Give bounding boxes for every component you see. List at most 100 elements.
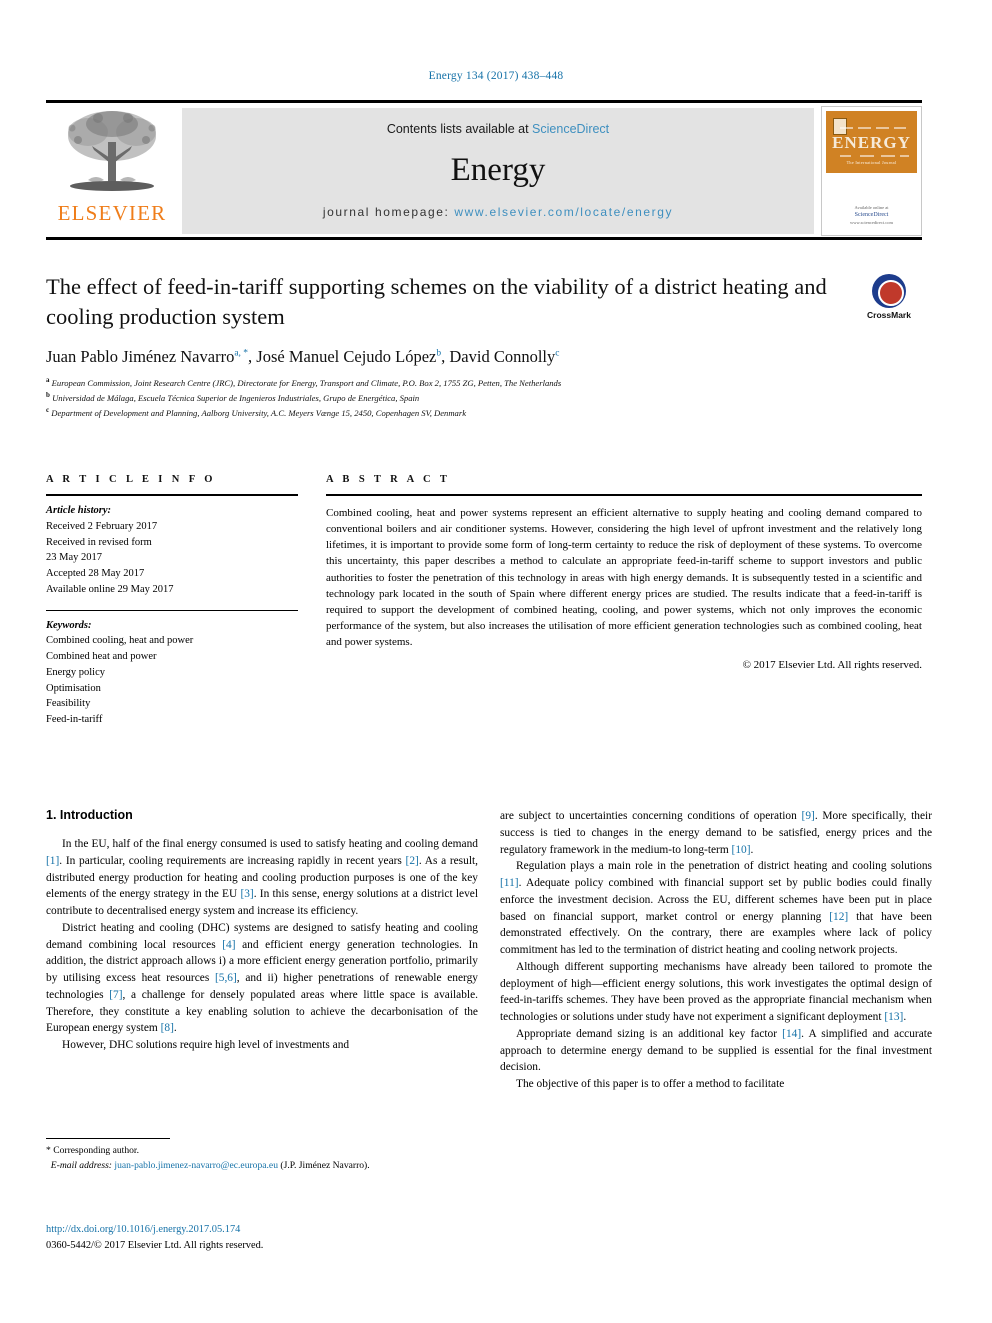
history-line: Accepted 28 May 2017 bbox=[46, 568, 145, 579]
sciencedirect-link[interactable]: ScienceDirect bbox=[532, 122, 609, 136]
affiliation-marker: a bbox=[46, 376, 50, 385]
citation-ref[interactable]: [3] bbox=[240, 888, 253, 900]
citation-ref[interactable]: [9] bbox=[802, 810, 815, 822]
affiliation-marker: c bbox=[46, 406, 50, 415]
author-marker: a, * bbox=[234, 348, 249, 359]
cover-footer-line3: www.sciencedirect.com bbox=[850, 220, 893, 226]
elsevier-tree-icon bbox=[68, 111, 156, 191]
journal-cover-thumbnail[interactable]: ENERGY The International Journal Availab… bbox=[821, 106, 922, 236]
history-line: Available online 29 May 2017 bbox=[46, 583, 174, 595]
title-block: The effect of feed-in-tariff supporting … bbox=[46, 272, 922, 420]
cover-title: ENERGY bbox=[832, 133, 911, 152]
history-line: Received 2 February 2017 bbox=[46, 520, 158, 532]
cover-footer: Available online at ScienceDirect www.sc… bbox=[822, 205, 921, 228]
citation-ref[interactable]: [11] bbox=[500, 877, 519, 889]
paragraph-text: In the EU, half of the final energy cons… bbox=[46, 838, 478, 918]
keywords-rule bbox=[46, 609, 298, 611]
article-info-section: A R T I C L E I N F O Article history: R… bbox=[46, 474, 298, 728]
history-line: 23 May 2017 bbox=[46, 552, 102, 564]
paragraph-text: Although different supporting mechanisms… bbox=[500, 960, 932, 1024]
copyright-line: © 2017 Elsevier Ltd. All rights reserved… bbox=[742, 659, 922, 672]
crossmark-badge[interactable]: CrossMark bbox=[856, 274, 922, 320]
elsevier-wordmark: ELSEVIER bbox=[57, 201, 167, 225]
citation-ref[interactable]: [7] bbox=[109, 989, 122, 1001]
journal-homepage-line: journal homepage: www.elsevier.com/locat… bbox=[182, 205, 814, 219]
keywords-label: Keywords: bbox=[46, 619, 92, 631]
keyword-item: Energy policy bbox=[46, 666, 106, 678]
abstract-rule bbox=[326, 494, 922, 496]
citation-ref[interactable]: [8] bbox=[161, 1022, 174, 1034]
paragraph-text: Appropriate demand sizing is an addition… bbox=[500, 1027, 932, 1074]
crossmark-inner-circle bbox=[878, 280, 904, 306]
citation-ref[interactable]: [10] bbox=[732, 844, 751, 856]
citation-ref[interactable]: [5,6] bbox=[215, 972, 237, 984]
keyword-item: Feasibility bbox=[46, 698, 91, 710]
affiliation-item: a European Commission, Joint Research Ce… bbox=[46, 375, 922, 390]
doi-link[interactable]: http://dx.doi.org/10.1016/j.energy.2017.… bbox=[46, 1222, 478, 1238]
history-line: Received in revised form bbox=[46, 536, 152, 548]
author-name[interactable]: David Connolly bbox=[449, 347, 555, 366]
email-suffix: (J.P. Jiménez Navarro). bbox=[280, 1159, 370, 1171]
page-title: The effect of feed-in-tariff supporting … bbox=[46, 274, 827, 329]
paragraph: The objective of this paper is to offer … bbox=[500, 1076, 932, 1093]
paragraph: In the EU, half of the final energy cons… bbox=[46, 836, 478, 920]
article-info-heading: A R T I C L E I N F O bbox=[46, 474, 216, 485]
keyword-item: Optimisation bbox=[46, 682, 101, 694]
journal-title: Energy bbox=[450, 152, 546, 188]
paragraph-text: are subject to uncertainties concerning … bbox=[500, 810, 932, 856]
email-label: E-mail address: bbox=[50, 1159, 112, 1171]
citation-ref[interactable]: [2] bbox=[406, 855, 419, 867]
citation-ref[interactable]: [13] bbox=[884, 1011, 903, 1023]
crossmark-icon bbox=[872, 274, 906, 308]
journal-masthead: ELSEVIER Contents lists available at Sci… bbox=[46, 100, 922, 240]
citation-ref[interactable]: [4] bbox=[222, 939, 235, 951]
footnote-rule bbox=[46, 1138, 170, 1139]
author-name[interactable]: Juan Pablo Jiménez Navarro bbox=[46, 347, 234, 366]
keyword-item: Combined cooling, heat and power bbox=[46, 635, 194, 647]
abstract-heading: A B S T R A C T bbox=[326, 474, 451, 485]
article-info-rule bbox=[46, 494, 298, 496]
paragraph: However, DHC solutions require high leve… bbox=[46, 1037, 478, 1054]
paragraph: Regulation plays a main role in the pene… bbox=[500, 858, 932, 959]
corresponding-author-note: * Corresponding author. bbox=[46, 1145, 139, 1156]
contents-prefix: Contents lists available at bbox=[386, 122, 533, 136]
crossmark-label: CrossMark bbox=[867, 310, 911, 320]
affiliation-item: b Universidad de Málaga, Escuela Técnica… bbox=[46, 390, 922, 405]
body-column-left: In the EU, half of the final energy cons… bbox=[46, 836, 478, 1054]
cover-footer-line1: Available online at bbox=[854, 204, 889, 210]
masthead-center-panel: Contents lists available at ScienceDirec… bbox=[182, 108, 814, 234]
masthead-top-rule bbox=[46, 100, 922, 103]
affiliation-text: European Commission, Joint Research Cent… bbox=[51, 378, 562, 389]
footnote-block: * Corresponding author. E-mail address: … bbox=[46, 1138, 478, 1173]
keywords-block: Keywords: Combined cooling, heat and pow… bbox=[46, 618, 298, 728]
paragraph: are subject to uncertainties concerning … bbox=[500, 808, 932, 858]
author-name[interactable]: José Manuel Cejudo López bbox=[256, 347, 436, 366]
citation-ref[interactable]: [14] bbox=[782, 1028, 801, 1040]
paragraph-text: However, DHC solutions require high leve… bbox=[62, 1039, 350, 1052]
affiliation-marker: b bbox=[46, 391, 50, 400]
contents-available-line: Contents lists available at ScienceDirec… bbox=[182, 122, 814, 136]
abstract-text: Combined cooling, heat and power systems… bbox=[326, 507, 922, 649]
doi-block: http://dx.doi.org/10.1016/j.energy.2017.… bbox=[46, 1222, 478, 1253]
article-history: Article history: Received 2 February 201… bbox=[46, 503, 298, 598]
affiliation-text: Universidad de Málaga, Escuela Técnica S… bbox=[52, 393, 420, 404]
footnote-text: * Corresponding author. E-mail address: … bbox=[46, 1144, 478, 1173]
citation-ref[interactable]: [1] bbox=[46, 855, 59, 867]
paragraph-text: Regulation plays a main role in the pene… bbox=[500, 860, 932, 957]
cover-subtitle: The International Journal bbox=[846, 160, 897, 165]
affiliation-list: a European Commission, Joint Research Ce… bbox=[46, 375, 922, 420]
keyword-item: Feed-in-tariff bbox=[46, 714, 103, 725]
citation-ref[interactable]: [12] bbox=[829, 911, 848, 923]
paragraph: Appropriate demand sizing is an addition… bbox=[500, 1026, 932, 1076]
paragraph-text: The objective of this paper is to offer … bbox=[516, 1078, 785, 1091]
affiliation-item: c Department of Development and Planning… bbox=[46, 405, 922, 420]
elsevier-logo[interactable]: ELSEVIER bbox=[48, 106, 176, 234]
cover-footer-line2: ScienceDirect bbox=[854, 212, 889, 219]
running-head: Energy 134 (2017) 438–448 bbox=[428, 70, 564, 82]
journal-homepage-link[interactable]: www.elsevier.com/locate/energy bbox=[454, 205, 673, 219]
keyword-item: Combined heat and power bbox=[46, 651, 157, 662]
author-list: Juan Pablo Jiménez Navarroa, *, José Man… bbox=[46, 347, 560, 367]
affiliation-text: Department of Development and Planning, … bbox=[51, 408, 467, 419]
article-page: Energy 134 (2017) 438–448 ELSEVIER Conte… bbox=[0, 0, 992, 1323]
email-link[interactable]: juan-pablo.jimenez-navarro@ec.europa.eu bbox=[114, 1160, 278, 1171]
